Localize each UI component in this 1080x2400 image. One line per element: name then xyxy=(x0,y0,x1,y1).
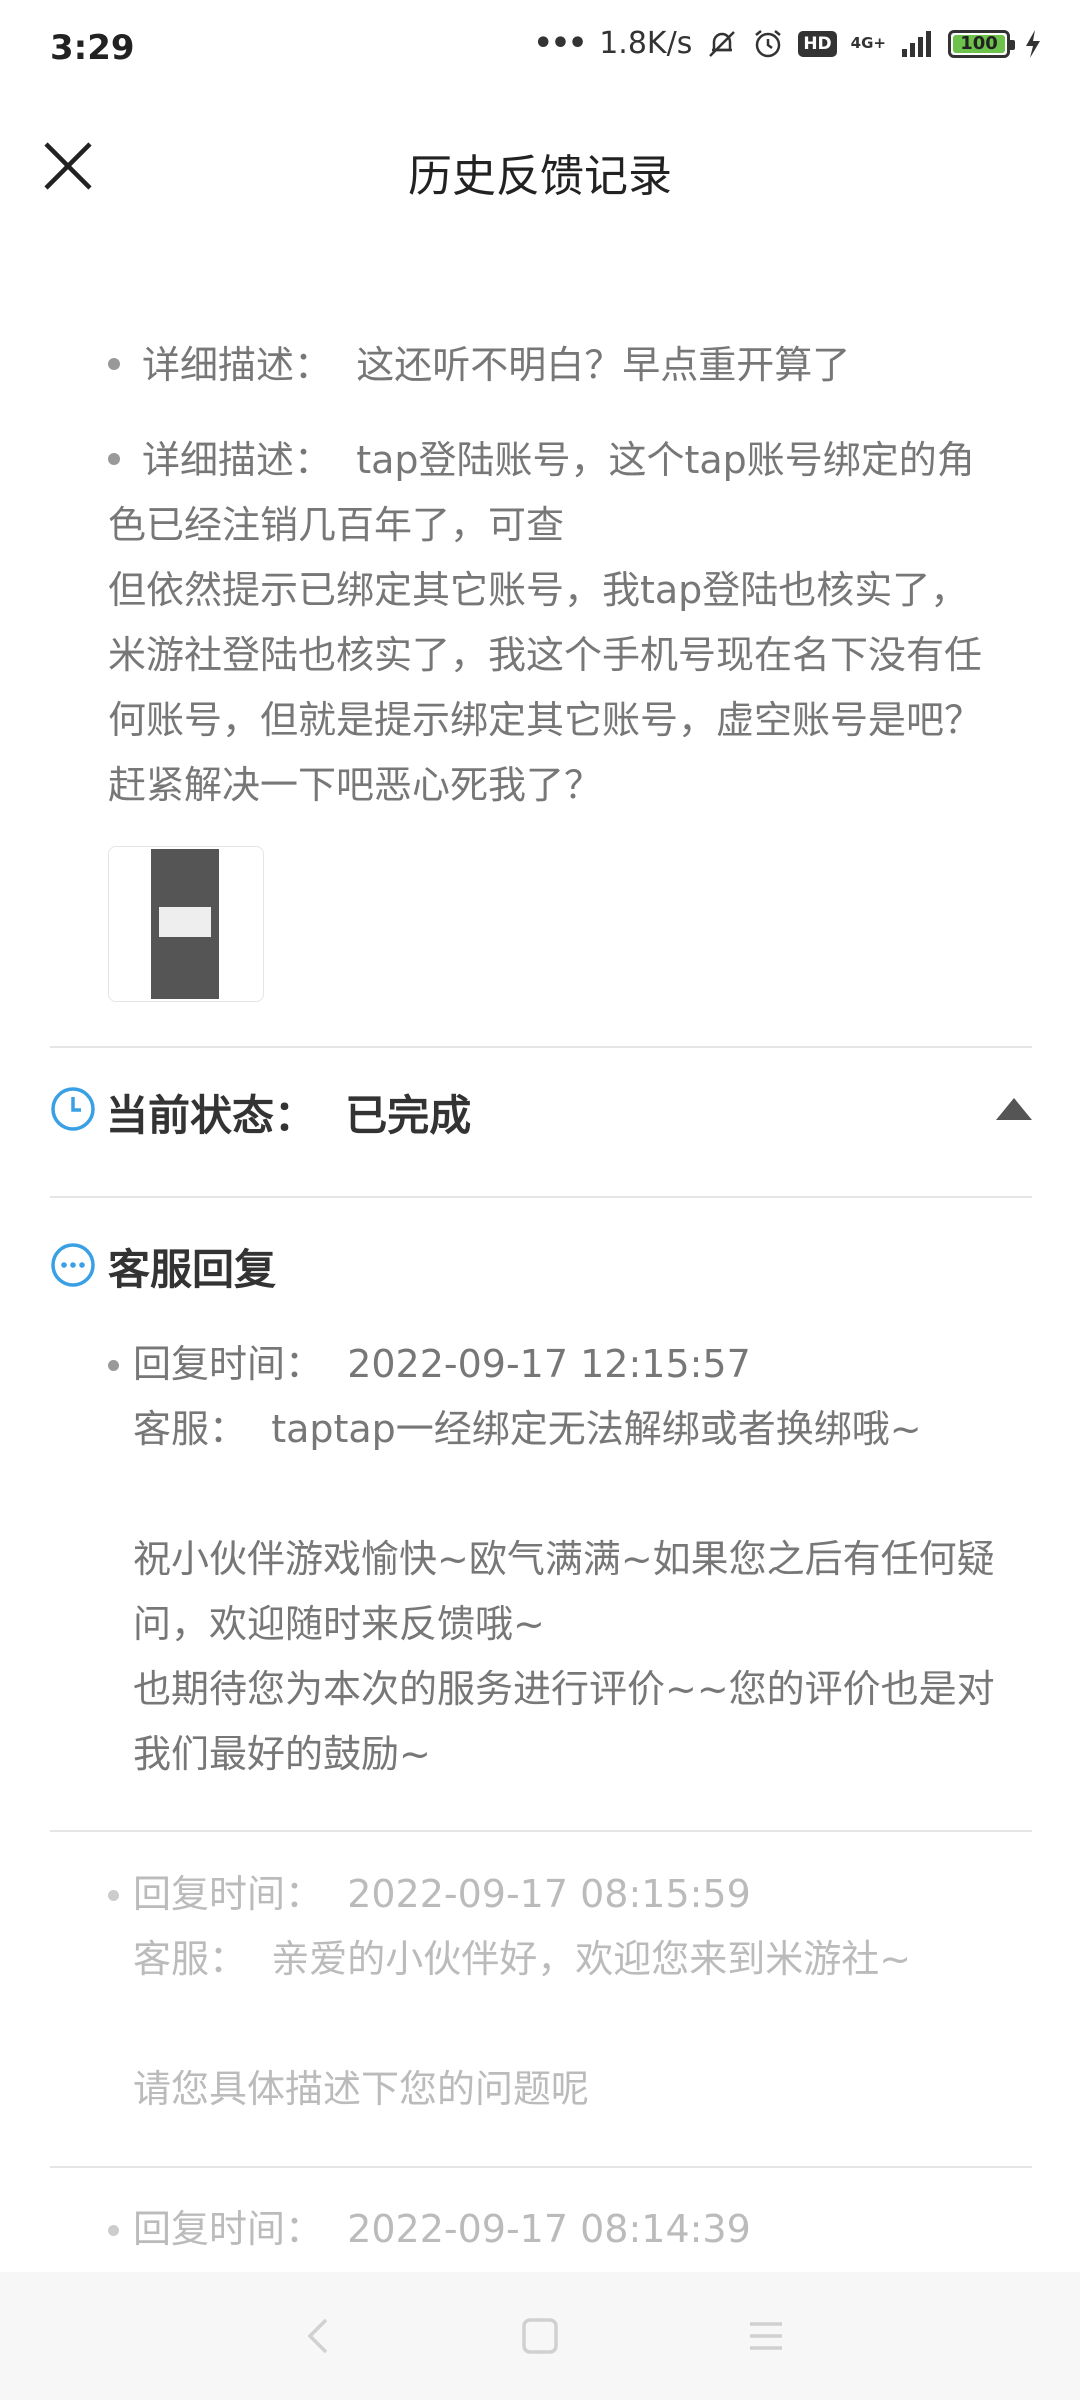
description-item: 详细描述： 这还听不明白？早点重开算了 xyxy=(108,333,998,398)
reply-time-row: 回复时间： 2022-09-17 08:15:59 xyxy=(133,1872,751,1916)
bullet-dot xyxy=(108,452,120,465)
reply-agent-row: 客服： taptap一经绑定无法解绑或者换绑哦~ xyxy=(133,1407,922,1451)
back-icon[interactable] xyxy=(300,2316,340,2356)
status-text: 当前状态： 已完成 xyxy=(106,1091,472,1140)
status-row[interactable]: 当前状态： 已完成 xyxy=(50,1072,1032,1152)
home-icon[interactable] xyxy=(520,2316,560,2356)
description-label: 详细描述： xyxy=(142,343,333,387)
reply-time: 2022-09-17 08:14:39 xyxy=(347,2207,751,2251)
clock-icon xyxy=(51,1087,95,1131)
reply-text: 也期待您为本次的服务进行评价~~您的评价也是对我们最好的鼓励~ xyxy=(133,1667,995,1776)
reply-text: taptap一经绑定无法解绑或者换绑哦~ xyxy=(271,1407,922,1451)
description-item: 详细描述： tap登陆账号，这个tap账号绑定的角色已经注销几百年了，可查 但依… xyxy=(108,428,998,818)
reply-time: 2022-09-17 12:15:57 xyxy=(347,1342,751,1386)
bullet-dot xyxy=(108,2225,119,2236)
screenshot-dialog xyxy=(159,907,211,937)
reply-time-row: 回复时间： 2022-09-17 12:15:57 xyxy=(133,1342,751,1386)
reply-time-row: 回复时间： 2022-09-17 08:14:39 xyxy=(133,2207,751,2251)
header: 历史反馈记录 xyxy=(0,110,1080,220)
mute-bell-icon xyxy=(709,30,736,57)
battery-level: 100 xyxy=(960,32,998,54)
chat-bubble-icon xyxy=(51,1243,95,1287)
charging-icon xyxy=(1026,29,1040,58)
alarm-icon xyxy=(755,29,782,57)
status-bar: 3:29 ••• 1.8K/s HD 4G+ 100 xyxy=(0,0,1080,100)
more-dots: ••• xyxy=(533,26,588,61)
description-text: 这还听不明白？早点重开算了 xyxy=(356,343,851,387)
status-icons: ••• 1.8K/s HD 4G+ 100 xyxy=(534,26,1042,61)
menu-icon[interactable] xyxy=(746,2316,786,2356)
hd-badge: HD xyxy=(798,30,837,57)
reply-text: 祝小伙伴游戏愉快~欧气满满~如果您之后有任何疑问，欢迎随时来反馈哦~ xyxy=(133,1537,995,1646)
reply-text: 亲爱的小伙伴好，欢迎您来到米游社~ xyxy=(271,1937,912,1981)
divider xyxy=(50,2166,1032,2168)
reply-time: 2022-09-17 08:15:59 xyxy=(347,1872,751,1916)
battery-indicator: 100 xyxy=(948,29,1015,58)
reply-item: 回复时间： 2022-09-17 08:15:59 客服： 亲爱的小伙伴好，欢迎… xyxy=(108,1862,1008,2122)
network-type: 4G+ xyxy=(850,34,886,52)
net-speed: 1.8K/s xyxy=(599,26,693,61)
description-text-continued: 但依然提示已绑定其它账号，我tap登陆也核实了，米游社登陆也核实了，我这个手机号… xyxy=(108,568,983,807)
bullet-dot xyxy=(108,1890,119,1901)
reply-item: 回复时间： 2022-09-17 12:15:57 客服： taptap一经绑定… xyxy=(108,1332,1008,1787)
signal-icon xyxy=(902,30,931,57)
bullet-dot xyxy=(108,357,120,370)
status-value: 已完成 xyxy=(345,1091,472,1140)
page-title: 历史反馈记录 xyxy=(408,151,672,202)
collapse-arrow-icon[interactable] xyxy=(996,1098,1032,1120)
attachment-thumbnail[interactable] xyxy=(108,846,264,1002)
reply-item: 回复时间： 2022-09-17 08:14:39 xyxy=(108,2197,1008,2262)
divider xyxy=(50,1046,1032,1048)
status-time: 3:29 xyxy=(50,28,135,68)
reply-text: 请您具体描述下您的问题呢 xyxy=(133,2067,590,2111)
divider xyxy=(50,1196,1032,1198)
divider xyxy=(50,1830,1032,1832)
description-label: 详细描述： xyxy=(142,438,333,482)
reply-section-title: 客服回复 xyxy=(108,1245,277,1294)
navigation-bar xyxy=(0,2272,1080,2400)
bullet-dot xyxy=(108,1360,119,1371)
reply-agent-row: 客服： 亲爱的小伙伴好，欢迎您来到米游社~ xyxy=(133,1937,912,1981)
